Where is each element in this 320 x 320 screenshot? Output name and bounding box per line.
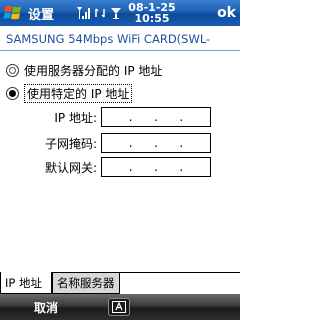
softkey-bar: 取消 [0, 294, 240, 320]
ip-address-input[interactable]: ... [101, 107, 211, 127]
auto-ip-label: 使用服务器分配的 IP 地址 [24, 64, 163, 78]
specific-ip-label: 使用特定的 IP 地址 [24, 84, 133, 103]
keyboard-icon[interactable] [108, 298, 130, 316]
title-bar: 设置 08-1-25 10:55 ok [0, 0, 240, 26]
tab-ip-address[interactable]: IP 地址 [0, 272, 52, 294]
default-gateway-label: 默认网关: [44, 160, 97, 175]
signal-icon[interactable] [76, 6, 90, 20]
adapter-name: SAMSUNG 54Mbps WiFi CARD(SWL- [6, 32, 211, 46]
cancel-softkey[interactable]: 取消 [34, 299, 58, 316]
subnet-mask-label: 子网掩码: [44, 136, 97, 151]
ip-address-row: IP 地址: ... [0, 106, 240, 128]
tab-strip: IP 地址 名称服务器 [0, 272, 240, 294]
ok-button[interactable]: ok [217, 5, 236, 21]
default-gateway-input[interactable]: ... [101, 157, 211, 177]
ip-address-label: IP 地址: [54, 110, 97, 125]
auto-ip-radio[interactable] [6, 64, 19, 77]
auto-ip-option[interactable]: 使用服务器分配的 IP 地址 [6, 62, 162, 79]
header-divider [0, 50, 240, 51]
connectivity-icon[interactable] [94, 6, 106, 20]
windows-start-icon[interactable] [0, 0, 26, 26]
clock[interactable]: 08-1-25 10:55 [128, 2, 176, 24]
subnet-mask-input[interactable]: ... [101, 133, 211, 153]
subnet-mask-row: 子网掩码: ... [0, 132, 240, 154]
default-gateway-row: 默认网关: ... [0, 156, 240, 178]
tab-name-servers[interactable]: 名称服务器 [52, 272, 120, 294]
volume-icon[interactable] [110, 6, 122, 20]
specific-ip-option[interactable]: 使用特定的 IP 地址 [6, 84, 133, 103]
clock-time: 10:55 [134, 12, 170, 25]
specific-ip-radio[interactable] [6, 87, 19, 100]
window-title: 设置 [28, 7, 55, 23]
